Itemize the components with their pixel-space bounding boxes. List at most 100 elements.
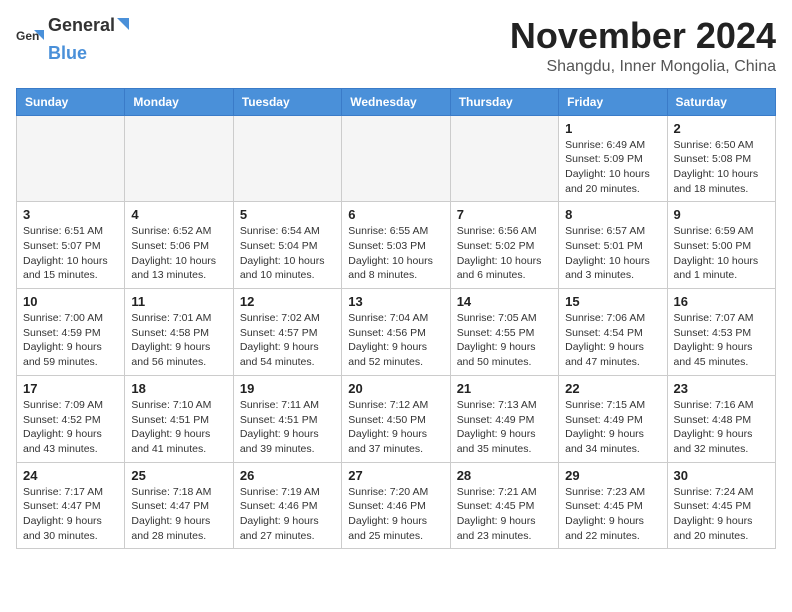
weekday-header-monday: Monday [125, 88, 233, 115]
calendar-cell [450, 115, 558, 202]
calendar-cell [233, 115, 341, 202]
day-number: 23 [674, 381, 769, 396]
calendar-cell: 22 Sunrise: 7:15 AM Sunset: 4:49 PM Dayli… [559, 375, 667, 462]
day-info: Sunrise: 7:18 AM Sunset: 4:47 PM Dayligh… [131, 485, 226, 544]
day-number: 20 [348, 381, 443, 396]
weekday-header-thursday: Thursday [450, 88, 558, 115]
calendar-cell: 28 Sunrise: 7:21 AM Sunset: 4:45 PM Dayli… [450, 462, 558, 549]
day-info: Sunrise: 7:11 AM Sunset: 4:51 PM Dayligh… [240, 398, 335, 457]
day-number: 1 [565, 121, 660, 136]
logo-triangle-icon [115, 16, 131, 44]
day-number: 18 [131, 381, 226, 396]
day-number: 28 [457, 468, 552, 483]
day-number: 30 [674, 468, 769, 483]
day-info: Sunrise: 7:09 AM Sunset: 4:52 PM Dayligh… [23, 398, 118, 457]
calendar-week-row: 1 Sunrise: 6:49 AM Sunset: 5:09 PM Daylig… [17, 115, 776, 202]
calendar-cell [342, 115, 450, 202]
day-info: Sunrise: 6:51 AM Sunset: 5:07 PM Dayligh… [23, 224, 118, 283]
day-info: Sunrise: 6:55 AM Sunset: 5:03 PM Dayligh… [348, 224, 443, 283]
day-number: 27 [348, 468, 443, 483]
calendar-cell: 16 Sunrise: 7:07 AM Sunset: 4:53 PM Dayli… [667, 289, 775, 376]
calendar-cell: 5 Sunrise: 6:54 AM Sunset: 5:04 PM Daylig… [233, 202, 341, 289]
calendar-cell: 11 Sunrise: 7:01 AM Sunset: 4:58 PM Dayli… [125, 289, 233, 376]
day-number: 11 [131, 294, 226, 309]
calendar-cell: 14 Sunrise: 7:05 AM Sunset: 4:55 PM Dayli… [450, 289, 558, 376]
calendar-cell: 25 Sunrise: 7:18 AM Sunset: 4:47 PM Dayli… [125, 462, 233, 549]
logo-blue: Blue [48, 44, 131, 64]
calendar-cell: 26Sunrise: 7:19 AM Sunset: 4:46 PM Dayli… [233, 462, 341, 549]
day-number: 22 [565, 381, 660, 396]
location-title: Shangdu, Inner Mongolia, China [510, 58, 776, 76]
calendar-cell: 17Sunrise: 7:09 AM Sunset: 4:52 PM Dayli… [17, 375, 125, 462]
calendar-cell: 18 Sunrise: 7:10 AM Sunset: 4:51 PM Dayli… [125, 375, 233, 462]
calendar-cell: 1 Sunrise: 6:49 AM Sunset: 5:09 PM Daylig… [559, 115, 667, 202]
day-info: Sunrise: 7:02 AM Sunset: 4:57 PM Dayligh… [240, 311, 335, 370]
day-info: Sunrise: 7:21 AM Sunset: 4:45 PM Dayligh… [457, 485, 552, 544]
day-number: 4 [131, 207, 226, 222]
day-info: Sunrise: 6:59 AM Sunset: 5:00 PM Dayligh… [674, 224, 769, 283]
day-info: Sunrise: 7:19 AM Sunset: 4:46 PM Dayligh… [240, 485, 335, 544]
day-info: Sunrise: 7:05 AM Sunset: 4:55 PM Dayligh… [457, 311, 552, 370]
calendar-cell: 20Sunrise: 7:12 AM Sunset: 4:50 PM Dayli… [342, 375, 450, 462]
day-number: 9 [674, 207, 769, 222]
day-info: Sunrise: 7:00 AM Sunset: 4:59 PM Dayligh… [23, 311, 118, 370]
calendar-week-row: 24 Sunrise: 7:17 AM Sunset: 4:47 PM Dayli… [17, 462, 776, 549]
day-number: 13 [348, 294, 443, 309]
calendar-cell: 8 Sunrise: 6:57 AM Sunset: 5:01 PM Daylig… [559, 202, 667, 289]
day-number: 8 [565, 207, 660, 222]
day-number: 3 [23, 207, 118, 222]
day-number: 10 [23, 294, 118, 309]
logo-icon: Gen [16, 26, 44, 54]
day-info: Sunrise: 6:49 AM Sunset: 5:09 PM Dayligh… [565, 138, 660, 197]
calendar-cell: 15Sunrise: 7:06 AM Sunset: 4:54 PM Dayli… [559, 289, 667, 376]
day-info: Sunrise: 6:50 AM Sunset: 5:08 PM Dayligh… [674, 138, 769, 197]
logo: Gen General Blue [16, 16, 131, 64]
day-number: 25 [131, 468, 226, 483]
calendar-cell: 7Sunrise: 6:56 AM Sunset: 5:02 PM Daylig… [450, 202, 558, 289]
day-number: 15 [565, 294, 660, 309]
day-number: 5 [240, 207, 335, 222]
title-block: November 2024 Shangdu, Inner Mongolia, C… [510, 16, 776, 76]
day-info: Sunrise: 7:24 AM Sunset: 4:45 PM Dayligh… [674, 485, 769, 544]
day-info: Sunrise: 6:52 AM Sunset: 5:06 PM Dayligh… [131, 224, 226, 283]
calendar-cell: 9 Sunrise: 6:59 AM Sunset: 5:00 PM Daylig… [667, 202, 775, 289]
day-info: Sunrise: 7:23 AM Sunset: 4:45 PM Dayligh… [565, 485, 660, 544]
calendar-cell: 10 Sunrise: 7:00 AM Sunset: 4:59 PM Dayli… [17, 289, 125, 376]
day-number: 24 [23, 468, 118, 483]
day-number: 2 [674, 121, 769, 136]
calendar-table: SundayMondayTuesdayWednesdayThursdayFrid… [16, 88, 776, 550]
day-number: 7 [457, 207, 552, 222]
calendar-cell: 13Sunrise: 7:04 AM Sunset: 4:56 PM Dayli… [342, 289, 450, 376]
calendar-cell: 21Sunrise: 7:13 AM Sunset: 4:49 PM Dayli… [450, 375, 558, 462]
weekday-header-wednesday: Wednesday [342, 88, 450, 115]
day-info: Sunrise: 6:57 AM Sunset: 5:01 PM Dayligh… [565, 224, 660, 283]
month-title: November 2024 [510, 16, 776, 56]
weekday-header-saturday: Saturday [667, 88, 775, 115]
calendar-cell: 19 Sunrise: 7:11 AM Sunset: 4:51 PM Dayli… [233, 375, 341, 462]
calendar-cell: 29Sunrise: 7:23 AM Sunset: 4:45 PM Dayli… [559, 462, 667, 549]
calendar-cell: 23 Sunrise: 7:16 AM Sunset: 4:48 PM Dayli… [667, 375, 775, 462]
day-info: Sunrise: 7:10 AM Sunset: 4:51 PM Dayligh… [131, 398, 226, 457]
day-info: Sunrise: 6:54 AM Sunset: 5:04 PM Dayligh… [240, 224, 335, 283]
day-number: 14 [457, 294, 552, 309]
day-info: Sunrise: 7:15 AM Sunset: 4:49 PM Dayligh… [565, 398, 660, 457]
day-info: Sunrise: 7:07 AM Sunset: 4:53 PM Dayligh… [674, 311, 769, 370]
day-number: 19 [240, 381, 335, 396]
weekday-header-sunday: Sunday [17, 88, 125, 115]
weekday-header-friday: Friday [559, 88, 667, 115]
calendar-header-row: SundayMondayTuesdayWednesdayThursdayFrid… [17, 88, 776, 115]
day-number: 16 [674, 294, 769, 309]
calendar-cell: 4 Sunrise: 6:52 AM Sunset: 5:06 PM Daylig… [125, 202, 233, 289]
day-number: 21 [457, 381, 552, 396]
calendar-week-row: 10 Sunrise: 7:00 AM Sunset: 4:59 PM Dayli… [17, 289, 776, 376]
calendar-cell: 30 Sunrise: 7:24 AM Sunset: 4:45 PM Dayli… [667, 462, 775, 549]
logo-text: General Blue [48, 16, 131, 64]
calendar-week-row: 3 Sunrise: 6:51 AM Sunset: 5:07 PM Daylig… [17, 202, 776, 289]
day-info: Sunrise: 7:01 AM Sunset: 4:58 PM Dayligh… [131, 311, 226, 370]
calendar-cell: 12Sunrise: 7:02 AM Sunset: 4:57 PM Dayli… [233, 289, 341, 376]
calendar-cell: 24 Sunrise: 7:17 AM Sunset: 4:47 PM Dayli… [17, 462, 125, 549]
day-info: Sunrise: 7:16 AM Sunset: 4:48 PM Dayligh… [674, 398, 769, 457]
calendar-cell: 3 Sunrise: 6:51 AM Sunset: 5:07 PM Daylig… [17, 202, 125, 289]
day-info: Sunrise: 7:17 AM Sunset: 4:47 PM Dayligh… [23, 485, 118, 544]
calendar-cell [125, 115, 233, 202]
